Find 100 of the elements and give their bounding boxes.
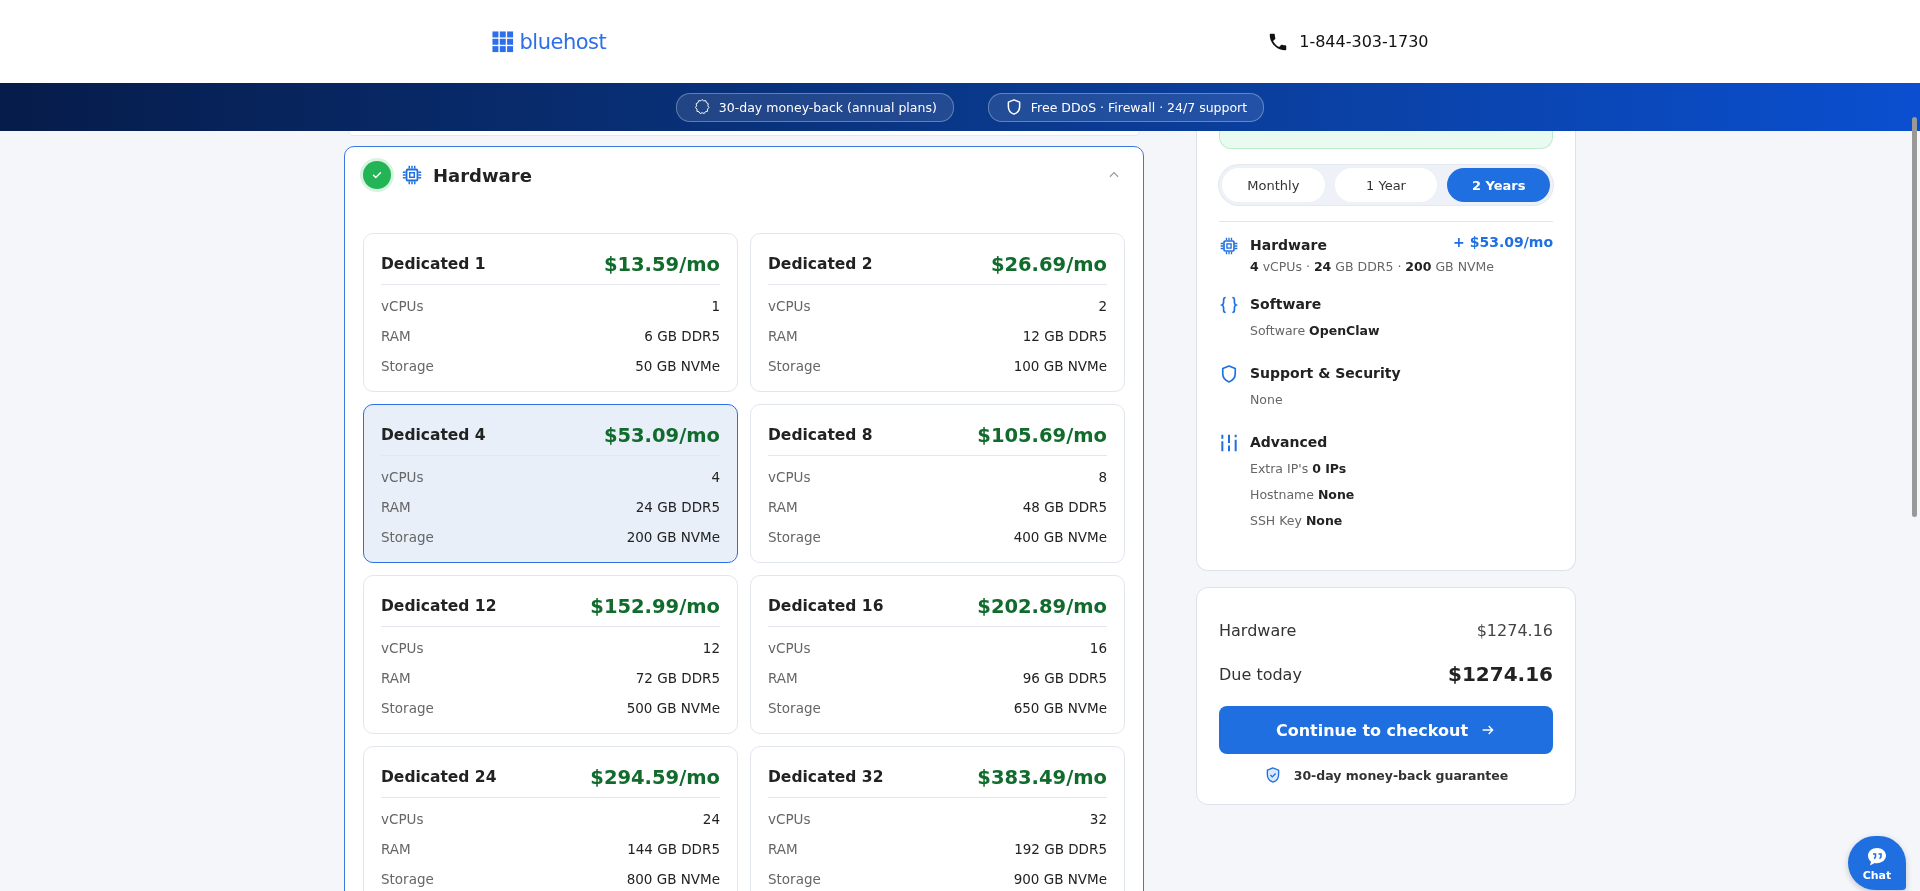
plan-card[interactable]: Dedicated 32 $383.49/mo vCPUs 32 RAM 192 GB DDR5 Storage 900 GB NVMe: [750, 746, 1125, 891]
spec-label: RAM: [381, 499, 411, 515]
spec-label: RAM: [381, 841, 411, 857]
plan-price: $53.09/mo: [603, 423, 720, 447]
spec-label: Storage: [381, 700, 434, 716]
spec-label: vCPUs: [768, 298, 811, 314]
spec-value: 900 GB NVMe: [1013, 871, 1107, 887]
total-amount: $1274.16: [1448, 662, 1553, 686]
spec-value: 500 GB NVMe: [626, 700, 720, 716]
item-title: Support & Security: [1250, 365, 1401, 381]
logo[interactable]: bluehost: [491, 29, 607, 54]
item-title: Hardware: [1250, 237, 1327, 253]
chip-icon: [1219, 236, 1239, 256]
plan-card[interactable]: Dedicated 8 $105.69/mo vCPUs 8 RAM 48 GB DDR5 Storage 400 GB NVMe: [750, 404, 1125, 563]
spec-label: Storage: [768, 700, 821, 716]
spec-label: vCPUs: [381, 640, 424, 656]
spec-value: 200 GB NVMe: [626, 529, 720, 545]
shield-icon: [1219, 364, 1239, 384]
chat-button[interactable]: Chat: [1848, 836, 1906, 890]
item-detail: Extra IP's 0 IPs: [1250, 460, 1348, 478]
section-title[interactable]: Hardware: [433, 164, 1097, 186]
spec-value: 50 GB NVMe: [635, 358, 720, 374]
total-label: Hardware: [1219, 620, 1297, 640]
badge-icon: [692, 98, 711, 116]
spec-value: 2: [1098, 298, 1107, 314]
spec-value: 32: [1089, 811, 1107, 827]
spec-value: 800 GB NVMe: [626, 871, 720, 887]
plan-name: Dedicated 4: [381, 426, 486, 444]
spec-value: 12 GB DDR5: [1022, 328, 1107, 344]
plan-card[interactable]: Dedicated 24 $294.59/mo vCPUs 24 RAM 144 GB DDR5 Storage 800 GB NVMe: [363, 746, 738, 891]
plan-name: Dedicated 8: [768, 426, 873, 444]
spec-value: 400 GB NVMe: [1013, 529, 1107, 545]
phone-number[interactable]: 1-844-303-1730: [1299, 32, 1429, 51]
spec-label: Storage: [381, 529, 434, 545]
plan-price: $383.49/mo: [977, 765, 1107, 789]
plan-price: $26.69/mo: [990, 252, 1107, 276]
spec-value: 8: [1098, 469, 1107, 485]
guarantee-text: 30-day money-back guarantee: [1293, 767, 1509, 783]
spec-label: RAM: [381, 670, 411, 686]
spec-label: Storage: [768, 871, 821, 887]
plan-name: Dedicated 2: [768, 255, 873, 273]
spec-label: RAM: [768, 328, 798, 344]
plan-name: Dedicated 16: [768, 597, 884, 615]
plan-price: $152.99/mo: [590, 594, 720, 618]
spec-value: 24: [702, 811, 720, 827]
logo-grid-icon: [491, 30, 514, 53]
spec-value: 4: [711, 469, 720, 485]
plan-price: $13.59/mo: [603, 252, 720, 276]
item-detail: Software OpenClaw: [1250, 322, 1381, 340]
spec-label: RAM: [768, 499, 798, 515]
plan-card[interactable]: Dedicated 2 $26.69/mo vCPUs 2 RAM 12 GB DDR5 Storage 100 GB NVMe: [750, 233, 1125, 392]
billing-option[interactable]: 1 Year: [1334, 168, 1438, 202]
scrollbar-thumb[interactable]: [1912, 117, 1917, 517]
badge-pill: 30-day money-back (annual plans): [675, 92, 954, 122]
spec-label: RAM: [381, 328, 411, 344]
spec-value: 72 GB DDR5: [635, 670, 720, 686]
item-title: Software: [1250, 296, 1322, 312]
braces-icon: [1219, 295, 1239, 315]
plan-card[interactable]: Dedicated 4 $53.09/mo vCPUs 4 RAM 24 GB DDR5 Storage 200 GB NVMe: [363, 404, 738, 563]
spec-label: RAM: [768, 670, 798, 686]
plan-card[interactable]: Dedicated 12 $152.99/mo vCPUs 12 RAM 72 GB DDR5 Storage 500 GB NVMe: [363, 575, 738, 734]
spec-label: Storage: [381, 358, 434, 374]
plan-name: Dedicated 24: [381, 768, 497, 786]
spec-label: vCPUs: [768, 811, 811, 827]
sliders-icon: [1219, 433, 1239, 453]
checkout-button[interactable]: Continue to checkout: [1219, 706, 1553, 754]
spec-value: 100 GB NVMe: [1013, 358, 1107, 374]
item-title: Advanced: [1250, 434, 1328, 450]
spec-value: 6 GB DDR5: [644, 328, 720, 344]
plan-price: $105.69/mo: [977, 423, 1107, 447]
plan-price: $294.59/mo: [590, 765, 720, 789]
spec-label: vCPUs: [768, 640, 811, 656]
spec-label: Storage: [768, 529, 821, 545]
item-detail: SSH Key None: [1250, 512, 1344, 530]
billing-option[interactable]: 2 Years: [1447, 168, 1550, 202]
spec-label: vCPUs: [381, 469, 424, 485]
spec-value: 192 GB DDR5: [1014, 841, 1107, 857]
billing-option[interactable]: Monthly: [1222, 168, 1325, 202]
plan-card[interactable]: Dedicated 1 $13.59/mo vCPUs 1 RAM 6 GB DDR5 Storage 50 GB NVMe: [363, 233, 738, 392]
spec-value: 12: [702, 640, 720, 656]
spec-label: Storage: [381, 871, 434, 887]
spec-value: 16: [1089, 640, 1107, 656]
spec-value: 24 GB DDR5: [635, 499, 720, 515]
badge-pill: Free DDoS · Firewall · 24/7 support: [987, 92, 1265, 122]
item-price: + $53.09/mo: [1453, 234, 1553, 250]
spec-value: 48 GB DDR5: [1022, 499, 1107, 515]
plan-name: Dedicated 12: [381, 597, 497, 615]
plan-name: Dedicated 32: [768, 768, 884, 786]
item-detail: None: [1250, 391, 1284, 409]
spec-label: vCPUs: [768, 469, 811, 485]
spec-label: RAM: [768, 841, 798, 857]
plan-price: $202.89/mo: [977, 594, 1107, 618]
plan-card[interactable]: Dedicated 16 $202.89/mo vCPUs 16 RAM 96 GB DDR5 Storage 650 GB NVMe: [750, 575, 1125, 734]
spec-value: 96 GB DDR5: [1022, 670, 1107, 686]
item-detail: Hostname None: [1250, 486, 1356, 504]
spec-value: 1: [711, 298, 720, 314]
chip-icon: [401, 164, 423, 186]
plan-name: Dedicated 1: [381, 255, 486, 273]
total-amount: $1274.16: [1476, 620, 1553, 640]
spec-label: vCPUs: [381, 298, 424, 314]
